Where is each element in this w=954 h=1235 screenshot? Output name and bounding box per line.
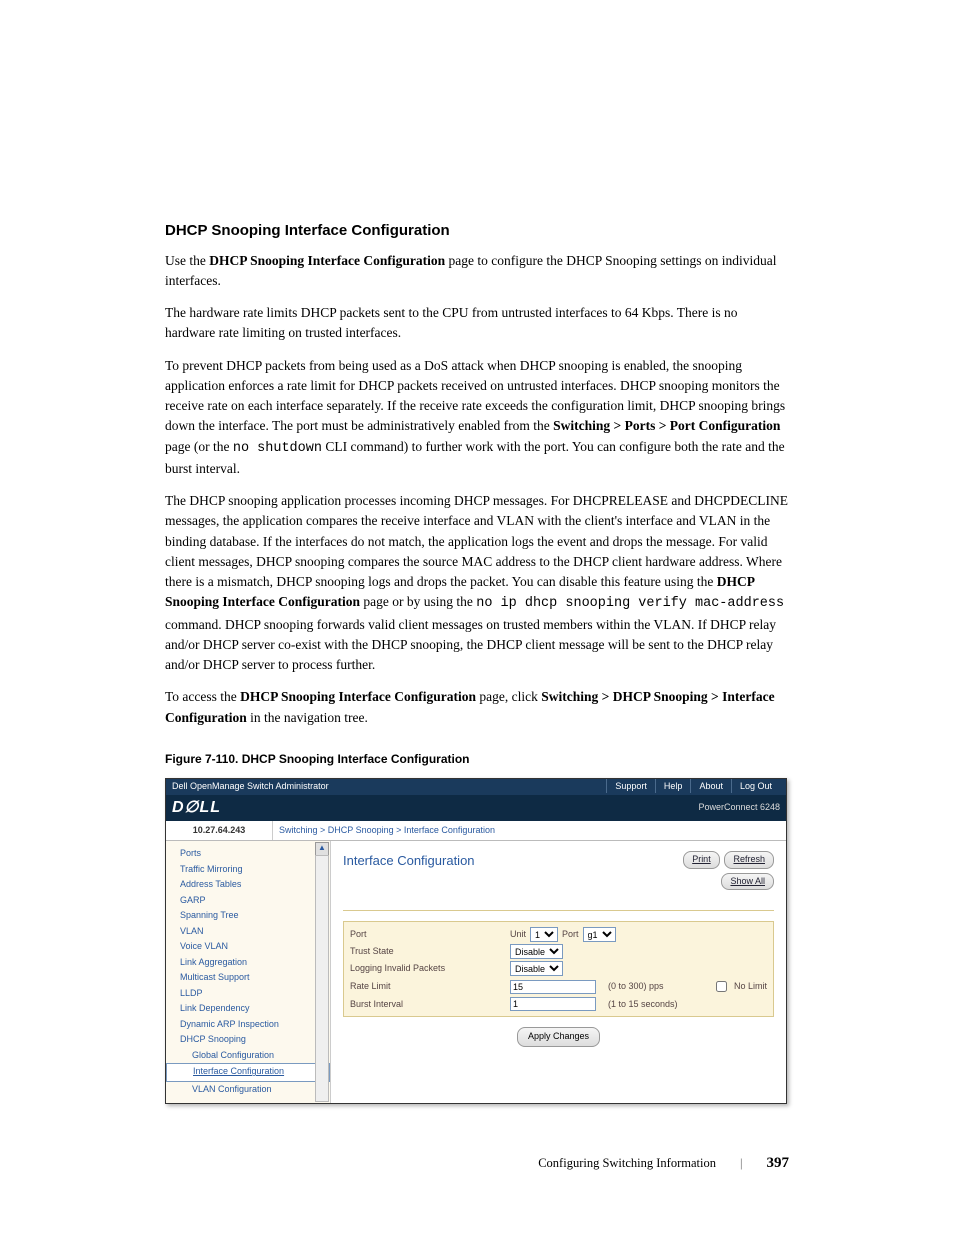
panel-title: Interface Configuration	[343, 851, 475, 871]
nav-interface-config[interactable]: Interface Configuration	[166, 1063, 330, 1082]
print-button[interactable]: Print	[683, 851, 720, 869]
ip-address: 10.27.64.243	[166, 821, 273, 841]
label-port: Port	[350, 928, 510, 942]
link-help[interactable]: Help	[655, 779, 691, 793]
text: command. DHCP snooping forwards valid cl…	[165, 617, 776, 673]
text: page or by using the	[360, 594, 476, 609]
breadcrumb[interactable]: Switching > DHCP Snooping > Interface Co…	[273, 821, 501, 841]
dell-logo: D∅LL	[172, 796, 221, 820]
nav-multicast[interactable]: Multicast Support	[166, 970, 330, 986]
input-burst[interactable]	[510, 997, 596, 1011]
sub-bar: 10.27.64.243 Switching > DHCP Snooping >…	[166, 821, 786, 842]
show-all-button[interactable]: Show All	[721, 873, 774, 891]
nav-ports[interactable]: Ports	[166, 846, 330, 862]
nav-garp[interactable]: GARP	[166, 893, 330, 909]
scroll-up-icon[interactable]: ▲	[315, 842, 329, 856]
hint-rate: (0 to 300) pps	[608, 980, 664, 994]
content-panel: Interface Configuration Print Refresh Sh…	[331, 841, 786, 1103]
paragraph-1: Use the DHCP Snooping Interface Configur…	[165, 251, 789, 292]
footer-section: Configuring Switching Information	[538, 1154, 716, 1173]
select-unit[interactable]: 1	[530, 927, 558, 942]
page-footer: Configuring Switching Information | 397	[165, 1152, 789, 1175]
nav-link-aggregation[interactable]: Link Aggregation	[166, 955, 330, 971]
nav-tree: ▲ Ports Traffic Mirroring Address Tables…	[166, 841, 331, 1103]
label-trust-state: Trust State	[350, 945, 510, 959]
nav-dhcp-snooping[interactable]: DHCP Snooping	[166, 1032, 330, 1048]
form-block: Port Unit 1 Port g1 Trust State Disable	[343, 921, 774, 1017]
label-unit: Unit	[510, 928, 526, 942]
nav-traffic-mirroring[interactable]: Traffic Mirroring	[166, 862, 330, 878]
app-title: Dell OpenManage Switch Administrator	[172, 780, 329, 794]
hint-burst: (1 to 15 seconds)	[608, 998, 678, 1012]
link-support[interactable]: Support	[606, 779, 655, 793]
page-number: 397	[767, 1152, 790, 1175]
text-mono: no ip dhcp snooping verify mac-address	[476, 596, 784, 611]
refresh-button[interactable]: Refresh	[724, 851, 774, 869]
text: page, click	[476, 689, 541, 704]
label-rate-limit: Rate Limit	[350, 980, 510, 994]
figure-caption: Figure 7-110. DHCP Snooping Interface Co…	[165, 750, 789, 768]
text-bold: DHCP Snooping Interface Configuration	[209, 253, 445, 268]
apply-changes-button[interactable]: Apply Changes	[517, 1027, 600, 1047]
label-log-invalid: Logging Invalid Packets	[350, 962, 510, 976]
select-log-invalid[interactable]: Disable	[510, 961, 563, 976]
label-port2: Port	[562, 928, 579, 942]
link-logout[interactable]: Log Out	[731, 779, 780, 793]
paragraph-5: To access the DHCP Snooping Interface Co…	[165, 687, 789, 728]
brand-bar: D∅LL PowerConnect 6248	[166, 795, 786, 821]
footer-separator: |	[740, 1154, 743, 1173]
text: To access the	[165, 689, 240, 704]
text-mono: no shutdown	[233, 441, 322, 456]
text: Use the	[165, 253, 209, 268]
nav-vlan[interactable]: VLAN	[166, 924, 330, 940]
text: page (or the	[165, 439, 233, 454]
section-heading: DHCP Snooping Interface Configuration	[165, 220, 789, 243]
nav-lldp[interactable]: LLDP	[166, 986, 330, 1002]
select-trust-state[interactable]: Disable	[510, 944, 563, 959]
checkbox-no-limit[interactable]	[716, 981, 727, 992]
paragraph-3: To prevent DHCP packets from being used …	[165, 356, 789, 480]
text-bold: DHCP Snooping Interface Configuration	[240, 689, 476, 704]
input-rate-limit[interactable]	[510, 980, 596, 994]
topbar-links: SupportHelpAboutLog Out	[606, 780, 780, 794]
text: The DHCP snooping application processes …	[165, 493, 788, 589]
screenshot: Dell OpenManage Switch Administrator Sup…	[165, 778, 787, 1104]
nav-dynamic-arp[interactable]: Dynamic ARP Inspection	[166, 1017, 330, 1033]
nav-voice-vlan[interactable]: Voice VLAN	[166, 939, 330, 955]
nav-global-config[interactable]: Global Configuration	[166, 1048, 330, 1064]
nav-link-dependency[interactable]: Link Dependency	[166, 1001, 330, 1017]
nav-address-tables[interactable]: Address Tables	[166, 877, 330, 893]
model-label: PowerConnect 6248	[698, 801, 780, 815]
paragraph-4: The DHCP snooping application processes …	[165, 491, 789, 675]
paragraph-2: The hardware rate limits DHCP packets se…	[165, 303, 789, 344]
text-bold: Switching > Ports > Port Configuration	[553, 418, 780, 433]
window-titlebar: Dell OpenManage Switch Administrator Sup…	[166, 779, 786, 795]
nav-spanning-tree[interactable]: Spanning Tree	[166, 908, 330, 924]
label-burst: Burst Interval	[350, 998, 510, 1012]
nav-vlan-config[interactable]: VLAN Configuration	[166, 1082, 330, 1098]
label-no-limit: No Limit	[734, 980, 767, 994]
text: in the navigation tree.	[247, 710, 368, 725]
select-port[interactable]: g1	[583, 927, 616, 942]
link-about[interactable]: About	[690, 779, 731, 793]
scrollbar-track[interactable]	[315, 855, 329, 1102]
